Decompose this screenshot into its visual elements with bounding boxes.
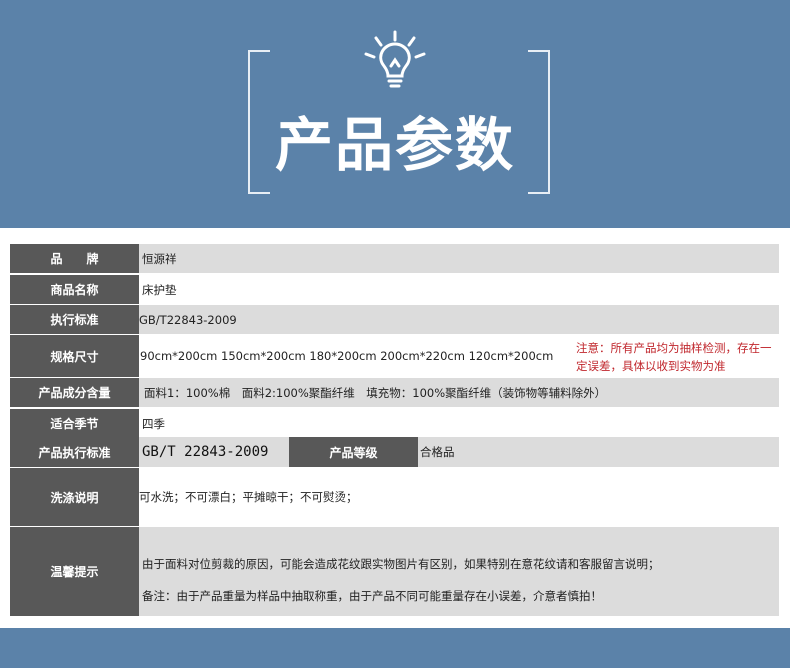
table-row-product-standard: 产品执行标准 GB/T 22843-2009 产品等级 合格品 [10, 437, 779, 467]
table-row-composition: 产品成分含量 面料1：100%棉 面料2:100%聚酯纤维 填充物：100%聚酯… [10, 378, 779, 407]
table-row-season: 适合季节 四季 [10, 409, 779, 438]
product-name-label: 商品名称 [10, 275, 139, 304]
table-row-size: 规格尺寸 90cm*200cm 150cm*200cm 180*200cm 20… [10, 335, 779, 377]
season-value: 四季 [142, 416, 165, 431]
size-value: 90cm*200cm 150cm*200cm 180*200cm 200cm*2… [140, 349, 554, 363]
table-row-tips: 温馨提示 由于面料对位剪裁的原因，可能会造成花纹跟实物图片有区别，如果特别在意花… [10, 527, 779, 616]
grade-value: 合格品 [420, 445, 455, 459]
tips-label: 温馨提示 [10, 527, 139, 616]
table-row-product-name: 商品名称 床护垫 [10, 275, 779, 304]
standard-label: 执行标准 [10, 305, 139, 334]
lightbulb-icon [364, 30, 426, 88]
composition-value: 面料1：100%棉 面料2:100%聚酯纤维 填充物：100%聚酯纤维（装饰物等… [144, 385, 607, 400]
product-standard-value: GB/T 22843-2009 [142, 444, 269, 460]
page-title: 产品参数 [274, 111, 515, 179]
washing-label: 洗涤说明 [10, 468, 139, 526]
table-row-washing: 洗涤说明 可水洗；不可漂白；平摊晾干；不可熨烫； [10, 468, 779, 526]
standard-value: GB/T22843-2009 [139, 312, 237, 327]
tips-line-1: 由于面料对位剪裁的原因，可能会造成花纹跟实物图片有区别，如果特别在意花纹请和客服… [142, 557, 660, 571]
tips-line-2: 备注：由于产品重量为样品中抽取称重，由于产品不同可能重量存在小误差，介意者慎拍！ [142, 589, 602, 603]
grade-label: 产品等级 [289, 437, 418, 467]
season-label: 适合季节 [10, 409, 139, 438]
size-label: 规格尺寸 [10, 335, 139, 377]
tips-text: 由于面料对位剪裁的原因，可能会造成花纹跟实物图片有区别，如果特别在意花纹请和客服… [142, 551, 660, 615]
table-row-standard: 执行标准 GB/T22843-2009 [10, 305, 779, 334]
brand-value: 恒源祥 [142, 251, 177, 266]
brand-label: 品 牌 [10, 244, 139, 273]
header-banner: 产品参数 [0, 0, 790, 228]
footer-band [0, 628, 790, 668]
washing-value: 可水洗；不可漂白；平摊晾干；不可熨烫； [139, 490, 358, 504]
composition-label: 产品成分含量 [10, 378, 139, 407]
sampling-note: 注意：所有产品均为抽样检测，存在一定误差，具体以收到实物为准 [576, 341, 772, 373]
table-row-brand: 品 牌 恒源祥 [10, 244, 779, 273]
product-standard-label: 产品执行标准 [10, 437, 139, 467]
product-name-value: 床护垫 [142, 282, 177, 297]
